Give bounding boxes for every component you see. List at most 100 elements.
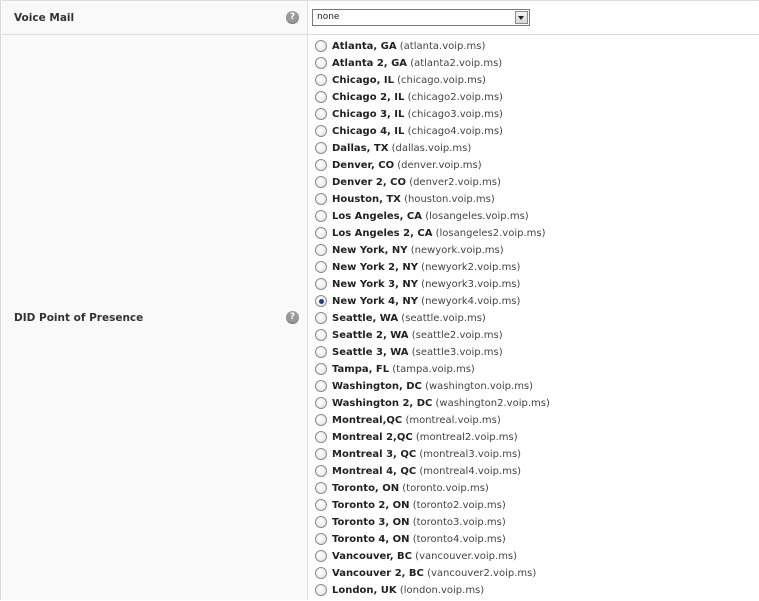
did-pop-label: DID Point of Presence (14, 312, 144, 324)
pop-radio-button[interactable] (315, 584, 327, 596)
pop-city: Toronto 3, ON (332, 517, 410, 528)
pop-city: Seattle 2, WA (332, 330, 409, 341)
pop-option-label[interactable]: Atlanta 2, GA (atlanta2.voip.ms) (332, 57, 502, 70)
pop-radio-button[interactable] (315, 57, 327, 69)
pop-option-label[interactable]: Toronto 3, ON (toronto3.voip.ms) (332, 516, 506, 529)
voice-mail-label: Voice Mail (14, 12, 75, 24)
pop-radio-button[interactable] (315, 261, 327, 273)
pop-option-label[interactable]: Tampa, FL (tampa.voip.ms) (332, 363, 475, 376)
pop-radio-button[interactable] (315, 193, 327, 205)
pop-option-label[interactable]: Toronto, ON (toronto.voip.ms) (332, 482, 489, 495)
pop-city: Chicago, IL (332, 75, 394, 86)
pop-radio-button[interactable] (315, 295, 327, 307)
pop-radio-button[interactable] (315, 40, 327, 52)
pop-option-label[interactable]: Chicago 2, IL (chicago2.voip.ms) (332, 91, 503, 104)
pop-city: Vancouver, BC (332, 551, 412, 562)
pop-option-label[interactable]: Seattle 3, WA (seattle3.voip.ms) (332, 346, 503, 359)
pop-radio-button[interactable] (315, 550, 327, 562)
pop-option-label[interactable]: New York 3, NY (newyork3.voip.ms) (332, 278, 520, 291)
pop-radio-button[interactable] (315, 516, 327, 528)
pop-option-label[interactable]: Dallas, TX (dallas.voip.ms) (332, 142, 471, 155)
pop-option-label[interactable]: Atlanta, GA (atlanta.voip.ms) (332, 40, 485, 53)
pop-option-label[interactable]: Chicago 3, IL (chicago3.voip.ms) (332, 108, 503, 121)
voice-mail-select-value: none (317, 12, 340, 22)
pop-option-label[interactable]: Montreal,QC (montreal.voip.ms) (332, 414, 501, 427)
voice-mail-row: Voice Mail ? none (2, 0, 759, 35)
pop-radio-button[interactable] (315, 210, 327, 222)
pop-option-label[interactable]: Seattle 2, WA (seattle2.voip.ms) (332, 329, 503, 342)
pop-option-label[interactable]: Vancouver, BC (vancouver.voip.ms) (332, 550, 517, 563)
pop-option-label[interactable]: Los Angeles 2, CA (losangeles2.voip.ms) (332, 227, 545, 240)
pop-option-label[interactable]: Montreal 2,QC (montreal2.voip.ms) (332, 431, 518, 444)
pop-host: (newyork3.voip.ms) (421, 279, 521, 290)
pop-radio-button[interactable] (315, 380, 327, 392)
pop-radio-button[interactable] (315, 431, 327, 443)
pop-option-label[interactable]: Montreal 4, QC (montreal4.voip.ms) (332, 465, 521, 478)
pop-option-label[interactable]: New York 4, NY (newyork4.voip.ms) (332, 295, 520, 308)
pop-radio-button[interactable] (315, 227, 327, 239)
pop-option-label[interactable]: Toronto 4, ON (toronto4.voip.ms) (332, 533, 506, 546)
pop-radio-button[interactable] (315, 567, 327, 579)
pop-city: Vancouver 2, BC (332, 568, 424, 579)
pop-radio-button[interactable] (315, 244, 327, 256)
pop-radio-button[interactable] (315, 91, 327, 103)
help-icon[interactable]: ? (286, 11, 299, 24)
pop-host: (newyork.voip.ms) (410, 245, 504, 256)
pop-option-label[interactable]: Montreal 3, QC (montreal3.voip.ms) (332, 448, 521, 461)
voice-mail-select[interactable]: none (312, 9, 530, 26)
chevron-down-icon[interactable] (515, 11, 528, 24)
pop-host: (houston.voip.ms) (404, 194, 495, 205)
pop-city: Los Angeles, CA (332, 211, 422, 222)
pop-radio-button[interactable] (315, 448, 327, 460)
pop-radio-button[interactable] (315, 278, 327, 290)
pop-host: (dallas.voip.ms) (391, 143, 472, 154)
pop-city: Chicago 3, IL (332, 109, 405, 120)
pop-radio-button[interactable] (315, 329, 327, 341)
pop-host: (newyork4.voip.ms) (421, 296, 521, 307)
pop-city: Washington, DC (332, 381, 422, 392)
pop-option-label[interactable]: Denver 2, CO (denver2.voip.ms) (332, 176, 501, 189)
pop-city: Seattle, WA (332, 313, 399, 324)
pop-radio-button[interactable] (315, 108, 327, 120)
pop-radio-button[interactable] (315, 142, 327, 154)
pop-radio-button[interactable] (315, 346, 327, 358)
pop-city: Denver 2, CO (332, 177, 406, 188)
pop-host: (montreal.voip.ms) (405, 415, 501, 426)
pop-radio-button[interactable] (315, 414, 327, 426)
pop-host: (tampa.voip.ms) (392, 364, 475, 375)
pop-option-label[interactable]: Seattle, WA (seattle.voip.ms) (332, 312, 486, 325)
pop-host: (atlanta2.voip.ms) (410, 58, 503, 69)
pop-radio-button[interactable] (315, 159, 327, 171)
pop-radio-button[interactable] (315, 397, 327, 409)
pop-radio-button[interactable] (315, 74, 327, 86)
pop-option-label[interactable]: Washington, DC (washington.voip.ms) (332, 380, 533, 393)
pop-radio-button[interactable] (315, 363, 327, 375)
pop-radio-button[interactable] (315, 482, 327, 494)
pop-option-label[interactable]: Houston, TX (houston.voip.ms) (332, 193, 495, 206)
pop-host: (vancouver.voip.ms) (415, 551, 518, 562)
pop-radio-button[interactable] (315, 533, 327, 545)
pop-city: Montreal,QC (332, 415, 403, 426)
pop-option-label[interactable]: New York, NY (newyork.voip.ms) (332, 244, 504, 257)
pop-city: Toronto 4, ON (332, 534, 410, 545)
help-icon[interactable]: ? (286, 311, 299, 324)
pop-radio-button[interactable] (315, 312, 327, 324)
pop-host: (montreal4.voip.ms) (419, 466, 522, 477)
pop-host: (atlanta.voip.ms) (399, 41, 486, 52)
pop-option-label[interactable]: New York 2, NY (newyork2.voip.ms) (332, 261, 520, 274)
pop-option-label[interactable]: Toronto 2, ON (toronto2.voip.ms) (332, 499, 506, 512)
pop-radio-button[interactable] (315, 125, 327, 137)
pop-city: Tampa, FL (332, 364, 390, 375)
pop-option-label[interactable]: Chicago 4, IL (chicago4.voip.ms) (332, 125, 503, 138)
pop-option-label[interactable]: Chicago, IL (chicago.voip.ms) (332, 74, 486, 87)
pop-option-label[interactable]: Vancouver 2, BC (vancouver2.voip.ms) (332, 567, 536, 580)
pop-city: Denver, CO (332, 160, 395, 171)
pop-radio-button[interactable] (315, 465, 327, 477)
pop-radio-button[interactable] (315, 499, 327, 511)
pop-option-label[interactable]: Denver, CO (denver.voip.ms) (332, 159, 482, 172)
pop-radio-button[interactable] (315, 176, 327, 188)
pop-option-label[interactable]: Washington 2, DC (washington2.voip.ms) (332, 397, 550, 410)
pop-option-label[interactable]: Los Angeles, CA (losangeles.voip.ms) (332, 210, 529, 223)
pop-city: Chicago 2, IL (332, 92, 405, 103)
pop-option-label[interactable]: London, UK (london.voip.ms) (332, 584, 484, 597)
